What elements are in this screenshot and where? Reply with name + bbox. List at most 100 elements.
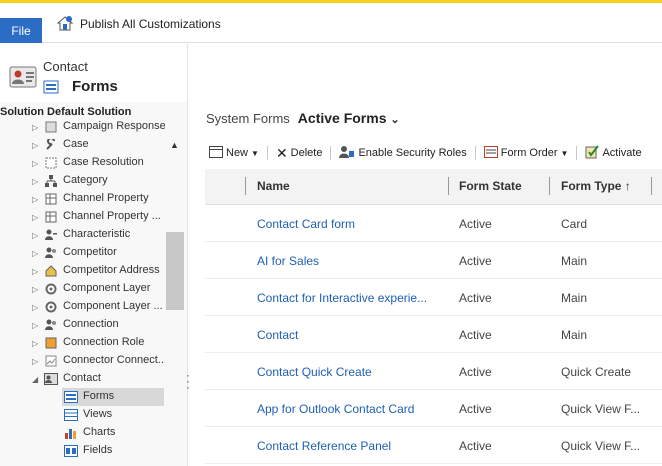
expand-arrow-icon[interactable]: ▷ bbox=[32, 339, 38, 348]
forms-grid: Name Form State Form Type ↑ Contact Card… bbox=[205, 169, 662, 464]
form-type: Main bbox=[561, 254, 588, 268]
expand-arrow-icon[interactable]: ▷ bbox=[32, 357, 38, 366]
tree-item-label: Characteristic bbox=[63, 228, 131, 240]
view-icon bbox=[64, 408, 78, 422]
tree-item-connection-role[interactable]: ▷ Connection Role bbox=[0, 334, 168, 352]
expand-arrow-icon[interactable]: ▷ bbox=[32, 321, 38, 330]
view-selector-label: Active Forms bbox=[297, 110, 387, 126]
new-button[interactable]: New ▼ bbox=[205, 143, 263, 163]
tree-item-category[interactable]: ▷ Category bbox=[0, 172, 168, 190]
tree-item-competitor-address[interactable]: ▷ Competitor Address bbox=[0, 262, 168, 280]
expand-arrow-icon[interactable]: ▷ bbox=[32, 123, 38, 132]
column-divider[interactable] bbox=[549, 177, 550, 195]
table-row[interactable]: AI for Sales Active Main bbox=[205, 242, 662, 279]
entity-name: Contact bbox=[43, 59, 88, 74]
section-title: Forms bbox=[72, 78, 118, 95]
column-divider[interactable] bbox=[651, 177, 652, 195]
form-name-link[interactable]: Contact bbox=[257, 328, 442, 342]
scroll-up-arrow-icon[interactable]: ▲ bbox=[170, 140, 179, 150]
form-state: Active bbox=[459, 254, 492, 268]
table-row[interactable]: Contact for Interactive experie... Activ… bbox=[205, 279, 662, 316]
tree-item-label: Campaign Response bbox=[63, 120, 165, 132]
form-order-button[interactable]: Form Order ▼ bbox=[480, 143, 573, 163]
command-bar: New ▼ ✕ Delete Enable Security Roles For… bbox=[205, 142, 662, 164]
form-name-link[interactable]: Contact for Interactive experie... bbox=[257, 291, 442, 305]
tree-item-campaign-response[interactable]: ▷ Campaign Response bbox=[0, 118, 168, 136]
tree-item-connector-connection[interactable]: ▷ Connector Connect... bbox=[0, 352, 168, 370]
tree-sub-label: Views bbox=[83, 408, 113, 420]
expand-arrow-icon[interactable]: ▷ bbox=[32, 249, 38, 258]
form-name-link[interactable]: AI for Sales bbox=[257, 254, 442, 268]
form-name-link[interactable]: App for Outlook Contact Card bbox=[257, 402, 442, 416]
campaign-response-icon bbox=[44, 120, 58, 134]
tree-sub-views[interactable]: Views bbox=[62, 406, 164, 424]
file-tab[interactable]: File bbox=[0, 18, 42, 43]
tree-item-characteristic[interactable]: ▷ Characteristic bbox=[0, 226, 168, 244]
people-icon bbox=[44, 318, 58, 332]
form-name-link[interactable]: Contact Card form bbox=[257, 217, 442, 231]
form-name-link[interactable]: Contact Reference Panel bbox=[257, 439, 442, 453]
collapse-arrow-icon[interactable]: ◢ bbox=[32, 375, 38, 384]
column-divider[interactable] bbox=[448, 177, 449, 195]
expand-arrow-icon[interactable]: ▷ bbox=[32, 195, 38, 204]
expand-arrow-icon[interactable]: ▷ bbox=[32, 213, 38, 222]
tree-item-channel-property[interactable]: ▷ Channel Property bbox=[0, 190, 168, 208]
expand-arrow-icon[interactable]: ▷ bbox=[32, 285, 38, 294]
column-divider[interactable] bbox=[245, 177, 246, 195]
sort-ascending-icon: ↑ bbox=[624, 179, 631, 193]
toolbar-divider bbox=[474, 146, 476, 160]
activate-button[interactable]: Activate bbox=[581, 143, 645, 163]
tree-sub-fields[interactable]: Fields bbox=[62, 442, 164, 460]
layers-icon bbox=[44, 300, 58, 314]
contact-card-icon bbox=[44, 372, 58, 386]
main-area: System Forms Active Forms ⌄ New ▼ ✕ Dele… bbox=[189, 44, 662, 466]
table-row[interactable]: Contact Active Main bbox=[205, 316, 662, 353]
tree-scrollbar[interactable]: ▲ bbox=[166, 140, 184, 466]
publish-all-button[interactable]: Publish All Customizations bbox=[56, 13, 221, 35]
tree-item-channel-property-group[interactable]: ▷ Channel Property ... bbox=[0, 208, 168, 226]
expand-arrow-icon[interactable]: ▷ bbox=[32, 267, 38, 276]
column-header-form-type[interactable]: Form Type ↑ bbox=[561, 179, 631, 193]
table-row[interactable]: Contact Quick Create Active Quick Create bbox=[205, 353, 662, 390]
enable-security-roles-button[interactable]: Enable Security Roles bbox=[335, 143, 470, 163]
tree-item-case[interactable]: ▷ Case bbox=[0, 136, 168, 154]
tree-item-connection[interactable]: ▷ Connection bbox=[0, 316, 168, 334]
chart-icon bbox=[64, 426, 78, 440]
table-row[interactable]: Contact Reference Panel Active Quick Vie… bbox=[205, 427, 662, 464]
tree-item-label: Channel Property ... bbox=[63, 210, 161, 222]
tree-item-competitor[interactable]: ▷ Competitor bbox=[0, 244, 168, 262]
scroll-thumb[interactable] bbox=[166, 232, 184, 310]
tree-sub-charts[interactable]: Charts bbox=[62, 424, 164, 442]
expand-arrow-icon[interactable]: ▷ bbox=[32, 177, 38, 186]
connection-role-icon bbox=[44, 336, 58, 350]
tree-item-case-resolution[interactable]: ▷ Case Resolution bbox=[0, 154, 168, 172]
column-header-name[interactable]: Name bbox=[257, 179, 290, 193]
expand-arrow-icon[interactable]: ▷ bbox=[32, 303, 38, 312]
expand-arrow-icon[interactable]: ▷ bbox=[32, 159, 38, 168]
security-roles-icon bbox=[339, 145, 355, 162]
expand-arrow-icon[interactable]: ▷ bbox=[32, 141, 38, 150]
tree-item-label: Connection Role bbox=[63, 336, 145, 348]
table-row[interactable]: App for Outlook Contact Card Active Quic… bbox=[205, 390, 662, 427]
tree-item-component-layer-source[interactable]: ▷ Component Layer ... bbox=[0, 298, 168, 316]
delete-label: Delete bbox=[290, 147, 323, 159]
table-row[interactable]: Contact Card form Active Card bbox=[205, 205, 662, 242]
tree-item-component-layer[interactable]: ▷ Component Layer bbox=[0, 280, 168, 298]
tree-sub-forms[interactable]: Forms bbox=[62, 388, 164, 406]
column-header-form-state[interactable]: Form State bbox=[459, 179, 522, 193]
characteristic-icon bbox=[44, 228, 58, 242]
view-selector[interactable]: Active Forms ⌄ bbox=[298, 110, 400, 126]
form-type: Main bbox=[561, 291, 588, 305]
form-state: Active bbox=[459, 439, 492, 453]
form-name-link[interactable]: Contact Quick Create bbox=[257, 365, 442, 379]
entity-header: Contact Forms bbox=[0, 44, 187, 102]
tree-item-label: Contact bbox=[63, 372, 101, 384]
delete-x-icon: ✕ bbox=[275, 144, 288, 161]
expand-arrow-icon[interactable]: ▷ bbox=[32, 231, 38, 240]
tree-item-contact[interactable]: ◢ Contact bbox=[0, 370, 168, 388]
publish-label: Publish All Customizations bbox=[80, 17, 221, 31]
delete-button[interactable]: ✕ Delete bbox=[272, 143, 327, 163]
form-state: Active bbox=[459, 217, 492, 231]
form-type: Main bbox=[561, 328, 588, 342]
form-state: Active bbox=[459, 402, 492, 416]
